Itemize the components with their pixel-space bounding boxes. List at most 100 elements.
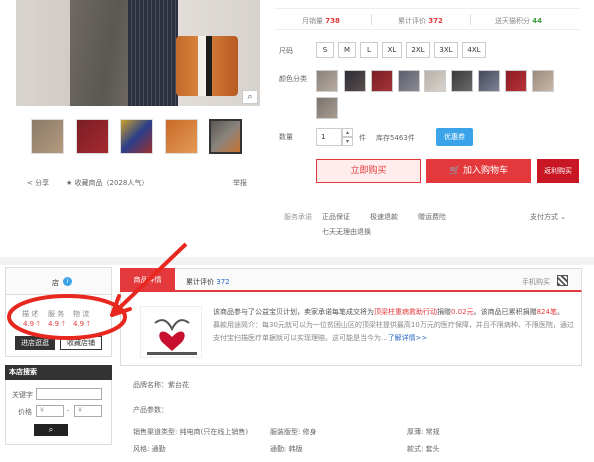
product-main-image[interactable]: ⌕: [16, 0, 260, 106]
size-option[interactable]: L: [360, 42, 378, 58]
monthly-sales-value: 738: [325, 17, 340, 25]
search-button[interactable]: ⌕: [34, 424, 68, 436]
price-min-input[interactable]: ￥: [36, 405, 64, 417]
share-label: 分享: [35, 179, 50, 187]
zoom-icon[interactable]: ⌕: [242, 90, 258, 104]
charity-amount: 0.02元: [451, 308, 474, 316]
section-divider: [0, 257, 594, 265]
thumbnail-selected[interactable]: [209, 119, 242, 154]
service-item[interactable]: 七天无理由退换: [322, 227, 371, 237]
favorite-shop-button[interactable]: 收藏店铺: [60, 336, 102, 350]
tab-details[interactable]: 商品详情: [120, 268, 175, 292]
size-option[interactable]: 3XL: [434, 42, 458, 58]
bag-stripe: [206, 36, 212, 96]
param-item: 风格: 通勤: [133, 445, 166, 453]
info-icon[interactable]: i: [63, 277, 72, 286]
quantity-unit: 件: [359, 134, 366, 142]
charity-project[interactable]: 顶梁柱重病救助行动: [374, 308, 437, 316]
price-label: 价格: [18, 408, 32, 416]
size-option[interactable]: 4XL: [462, 42, 486, 58]
quantity-input[interactable]: 1: [316, 128, 342, 146]
mobile-buy-link[interactable]: 手机购买: [522, 277, 550, 287]
learn-more-link[interactable]: 了解详情>>: [388, 334, 428, 342]
shop-name[interactable]: 店: [52, 278, 59, 288]
color-swatch[interactable]: [344, 70, 366, 92]
payment-methods[interactable]: 支付方式 ⌄: [530, 212, 566, 222]
buy-now-button[interactable]: 立即购买: [316, 159, 421, 183]
reviews-value: 372: [428, 17, 443, 25]
params-heading: 产品参数：: [133, 406, 168, 414]
param-item: 款式: 套头: [407, 445, 440, 453]
size-option[interactable]: XL: [382, 42, 402, 58]
reviews-label: 累计评价: [398, 17, 426, 25]
divider: [470, 14, 471, 25]
thumbnail[interactable]: [165, 119, 198, 154]
size-option[interactable]: M: [338, 42, 356, 58]
brand-name: 品牌名称：紫台花: [133, 381, 189, 389]
color-swatch[interactable]: [451, 70, 473, 92]
service-item[interactable]: 极速退款: [370, 212, 398, 222]
enter-shop-button[interactable]: 进店逛逛: [15, 336, 55, 350]
coupon-button[interactable]: 优惠券: [436, 128, 473, 146]
review-count: 累计评价 372: [398, 16, 443, 26]
increment-button[interactable]: ▴: [342, 128, 353, 137]
param-item: 通勤: 韩版: [270, 445, 303, 453]
color-swatch[interactable]: [532, 70, 554, 92]
keyword-input[interactable]: [36, 388, 102, 400]
charity-logo: [140, 306, 202, 358]
favorite-link[interactable]: ★ 收藏商品（2028人气）: [66, 178, 148, 188]
thumbnail[interactable]: [76, 119, 109, 154]
stock-text: 库存5463件: [376, 134, 415, 142]
charity-line: 该商品参与了公益宝贝计划，卖家承诺每笔成交将为顶梁柱重病救助行动捐赠0.02元。…: [213, 306, 575, 319]
points-label: 送天猫积分: [495, 17, 530, 25]
service-item[interactable]: 正品保证: [322, 212, 350, 222]
charity-total: 824笔: [536, 308, 557, 316]
rating-desc-value: 4.9 🡑: [23, 320, 40, 328]
color-swatch[interactable]: [398, 70, 420, 92]
thumbnail[interactable]: [31, 119, 64, 154]
qr-code-icon[interactable]: [557, 275, 568, 286]
rebate-buy-button[interactable]: 返利购买: [537, 159, 579, 183]
service-item[interactable]: 赠运费险: [418, 212, 446, 222]
add-to-cart-label: 加入购物车: [463, 166, 509, 176]
tab-reviews[interactable]: 累计评价 372: [186, 277, 230, 287]
add-to-cart-button[interactable]: 🛒 加入购物车: [426, 159, 531, 183]
charity-text: 该商品参与了公益宝贝计划，卖家承诺每笔成交将为: [213, 308, 374, 316]
charity-purpose: 募款用途简介：每30元就可以为一位贫困山区的顶梁柱提供最高10万元的医疗保障，并…: [213, 319, 575, 345]
rating-service-value: 4.9 🡑: [48, 320, 65, 328]
shop-name-bar[interactable]: 店 i: [5, 267, 112, 295]
color-swatch[interactable]: [316, 97, 338, 119]
color-label: 颜色分类: [279, 75, 307, 83]
rating-desc-label: 描 述: [22, 310, 39, 318]
size-option[interactable]: 2XL: [406, 42, 430, 58]
pants-shape: [128, 0, 178, 106]
param-item: 销售渠道类型: 纯电商(只在线上销售): [133, 428, 249, 436]
favorite-label: 收藏商品（2028人气）: [74, 179, 149, 187]
charity-description: 该商品参与了公益宝贝计划，卖家承诺每笔成交将为顶梁柱重病救助行动捐赠0.02元。…: [213, 306, 575, 345]
size-option[interactable]: S: [316, 42, 334, 58]
decrement-button[interactable]: ▾: [342, 137, 353, 146]
tab-reviews-label: 累计评价: [186, 278, 214, 286]
color-swatch[interactable]: [316, 70, 338, 92]
size-label: 尺码: [279, 47, 293, 55]
monthly-sales: 月销量 738: [302, 16, 340, 26]
rating-logistics-label: 物 流: [73, 310, 90, 318]
charity-text: 。: [556, 308, 564, 316]
color-swatch[interactable]: [478, 70, 500, 92]
divider: [371, 14, 372, 25]
color-swatch[interactable]: [505, 70, 527, 92]
bag-stripe: [198, 36, 206, 96]
price-dash: -: [67, 407, 70, 415]
share-link[interactable]: < 分享: [27, 178, 49, 188]
param-item: 服装版型: 修身: [270, 428, 317, 436]
thumbnail[interactable]: [120, 119, 153, 154]
charity-text: 捐赠: [437, 308, 451, 316]
color-swatch[interactable]: [424, 70, 446, 92]
store-search-title: 本店搜索: [5, 365, 112, 380]
keyword-label: 关键字: [12, 391, 33, 399]
report-link[interactable]: 举报: [233, 178, 247, 188]
price-max-input[interactable]: ￥: [74, 405, 102, 417]
color-swatch[interactable]: [371, 70, 393, 92]
rating-logistics-value: 4.9 🡑: [73, 320, 90, 328]
charity-text: 。该商品已累积捐赠: [473, 308, 537, 316]
